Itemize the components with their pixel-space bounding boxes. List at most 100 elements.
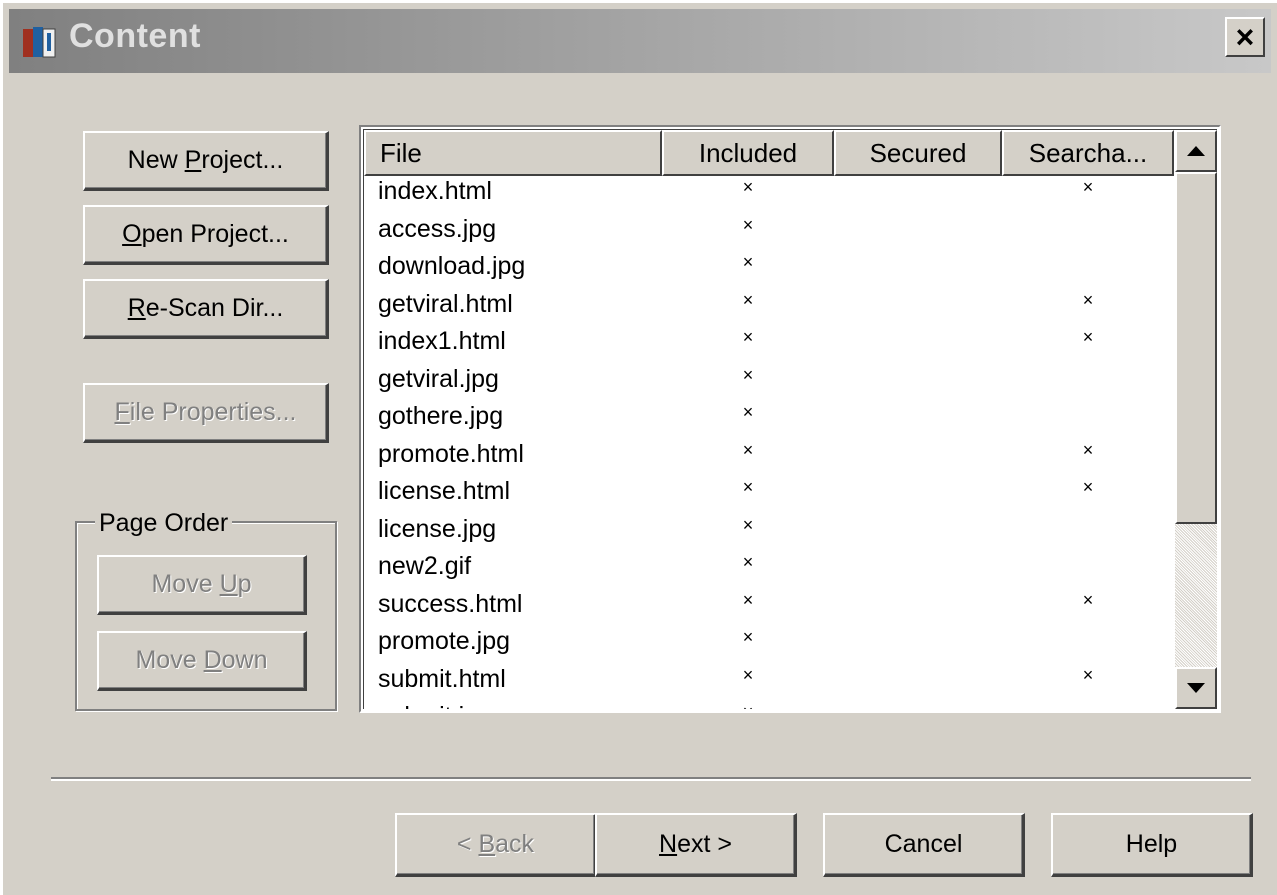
file-name-cell: getviral.html <box>378 289 513 318</box>
table-row[interactable]: license.jpg × <box>364 514 1174 552</box>
accelerator-key: N <box>659 830 678 858</box>
included-cell: × <box>742 252 754 272</box>
accelerator-key: R <box>127 294 146 322</box>
next-button[interactable]: Next > <box>595 813 797 877</box>
vertical-scrollbar[interactable] <box>1175 130 1217 709</box>
button-label: pen Project... <box>141 220 289 248</box>
searchable-cell: × <box>1082 289 1094 310</box>
scroll-down-arrow-icon <box>1187 683 1205 693</box>
button-label: < <box>456 830 479 858</box>
table-row[interactable]: getviral.jpg × <box>364 364 1174 402</box>
open-project-button[interactable]: Open Project... <box>83 205 329 265</box>
table-row[interactable]: license.html × × <box>364 476 1174 514</box>
button-label: New <box>127 146 185 174</box>
table-row[interactable]: promote.html × × <box>364 439 1174 477</box>
button-label: Move <box>135 646 204 674</box>
searchable-cell: × <box>1082 664 1094 685</box>
button-label: ext > <box>677 830 732 858</box>
accelerator-key: D <box>203 646 222 674</box>
included-cell: × <box>742 289 754 310</box>
file-name-cell: license.html <box>378 477 510 505</box>
searchable-cell: × <box>1082 327 1094 347</box>
included-cell: × <box>662 701 834 709</box>
button-label: ile Properties... <box>129 398 297 426</box>
file-list[interactable]: File Included Secured Searcha... index.h… <box>359 125 1221 713</box>
button-label: e-Scan Dir... <box>145 294 284 322</box>
rescan-dir-button[interactable]: Re-Scan Dir... <box>83 279 329 339</box>
file-name-cell: success.html <box>378 589 523 618</box>
accelerator-key: U <box>219 570 238 598</box>
back-button[interactable]: < Back <box>395 813 597 877</box>
file-name-cell: gothere.jpg <box>378 402 504 430</box>
file-name-cell: submit.jpg <box>364 701 662 709</box>
file-name-cell: promote.jpg <box>378 627 511 655</box>
scroll-down-button[interactable] <box>1175 667 1217 709</box>
cancel-button[interactable]: Cancel <box>823 813 1025 877</box>
column-header-included[interactable]: Included <box>662 130 834 176</box>
table-row[interactable]: access.jpg × <box>364 214 1174 252</box>
included-cell: × <box>742 627 754 647</box>
table-row[interactable]: success.html × × <box>364 589 1174 627</box>
separator-line <box>51 777 1251 781</box>
included-cell: × <box>742 664 754 685</box>
included-cell: × <box>742 439 754 460</box>
book-icon <box>23 27 56 58</box>
included-cell: × <box>742 214 754 235</box>
accelerator-key: O <box>122 220 142 248</box>
included-cell: × <box>742 364 754 385</box>
content-dialog: Content × New Project... Open Project...… <box>0 0 1277 895</box>
table-row[interactable]: index.html × × <box>364 176 1174 214</box>
included-cell: × <box>742 514 754 535</box>
button-label: ack <box>495 830 535 858</box>
searchable-cell: × <box>1082 439 1094 460</box>
title-bar[interactable]: Content × <box>9 9 1271 73</box>
included-cell: × <box>742 589 754 610</box>
table-row[interactable]: index1.html × × <box>364 326 1174 364</box>
file-name-cell: access.jpg <box>378 214 497 243</box>
included-cell: × <box>742 327 754 347</box>
searchable-cell: × <box>1082 477 1094 497</box>
file-name-cell: index1.html <box>378 327 506 355</box>
scroll-thumb[interactable] <box>1175 172 1217 524</box>
button-label: Move <box>151 570 220 598</box>
file-properties-button[interactable]: File Properties... <box>83 383 329 443</box>
included-cell: × <box>742 177 754 197</box>
column-header-searchable[interactable]: Searcha... <box>1002 130 1174 176</box>
page-order-label: Page Order <box>95 509 233 538</box>
window-title: Content <box>69 17 201 55</box>
file-name-cell: download.jpg <box>378 252 526 280</box>
file-name-cell: promote.html <box>378 439 524 468</box>
close-button[interactable]: × <box>1225 17 1265 57</box>
table-row[interactable]: new2.gif × <box>364 551 1174 589</box>
accelerator-key: P <box>184 146 202 174</box>
accelerator-key: B <box>478 830 496 858</box>
move-up-button[interactable]: Move Up <box>97 555 307 615</box>
scroll-up-arrow-icon <box>1187 146 1205 156</box>
new-project-button[interactable]: New Project... <box>83 131 329 191</box>
searchable-cell: × <box>1082 589 1094 610</box>
table-row[interactable]: submit.jpg× <box>364 701 1174 709</box>
included-cell: × <box>742 552 754 572</box>
button-label: roject... <box>201 146 284 174</box>
button-label: p <box>237 570 252 598</box>
column-header-file[interactable]: File <box>364 130 662 176</box>
included-cell: × <box>742 402 754 422</box>
column-header-secured[interactable]: Secured <box>834 130 1002 176</box>
file-name-cell: getviral.jpg <box>378 364 499 393</box>
table-row[interactable]: submit.html × × <box>364 664 1174 702</box>
accelerator-key: F <box>114 398 130 426</box>
scroll-up-button[interactable] <box>1175 130 1217 172</box>
move-down-button[interactable]: Move Down <box>97 631 307 691</box>
file-name-cell: submit.html <box>378 664 506 693</box>
table-row[interactable]: download.jpg × <box>364 251 1174 289</box>
table-row[interactable]: gothere.jpg × <box>364 401 1174 439</box>
help-button[interactable]: Help <box>1051 813 1253 877</box>
table-row[interactable]: promote.jpg × <box>364 626 1174 664</box>
list-header: File Included Secured Searcha... <box>364 130 1174 176</box>
included-cell: × <box>742 477 754 497</box>
button-label: own <box>221 646 268 674</box>
table-row[interactable]: getviral.html × × <box>364 289 1174 327</box>
file-name-cell: new2.gif <box>378 552 472 580</box>
searchable-cell: × <box>1082 177 1094 197</box>
list-rows: index.html × × access.jpg × download.jpg × getv… <box>364 176 1174 709</box>
